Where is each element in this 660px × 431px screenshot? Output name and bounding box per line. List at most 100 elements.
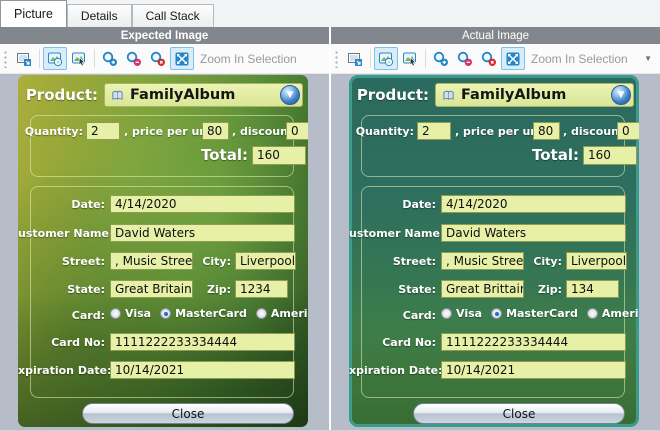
- tab-call-stack[interactable]: Call Stack: [131, 4, 214, 27]
- comparison-content: Expected Image Zoom In Selection Product…: [0, 27, 660, 430]
- radio-mastercard: MasterCard: [491, 307, 578, 320]
- toolbar-separator: [94, 49, 95, 68]
- expected-toolbar: Zoom In Selection: [0, 44, 329, 74]
- radio-visa: Visa: [110, 307, 151, 320]
- radio-selected-icon: [491, 308, 503, 319]
- expiration-date-label: xpiration Date:: [349, 364, 443, 377]
- card-no-label: Card No:: [51, 336, 105, 349]
- actual-form-screenshot: Product: FamilyAlbum ▼ Quantity: 2 , pri…: [349, 75, 639, 427]
- zoom-out-button[interactable]: [453, 47, 477, 70]
- pan-image-button[interactable]: [374, 47, 398, 70]
- zoom-reset-button[interactable]: [146, 47, 170, 70]
- radio-icon: [441, 308, 452, 319]
- actual-toolbar: Zoom In Selection ▼: [331, 44, 660, 74]
- zoom-in-selection-icon: [505, 51, 521, 67]
- zoom-reset-icon: [481, 51, 497, 67]
- card-radio-group: Visa MasterCard American Express: [110, 307, 308, 320]
- card-no-field: 1111222233334444: [441, 333, 626, 351]
- price-field: 80: [202, 122, 229, 140]
- date-label: Date:: [71, 198, 105, 211]
- product-combobox: FamilyAlbum ▼: [435, 83, 634, 107]
- popout-image-button[interactable]: [12, 47, 36, 70]
- radio-american-express: American Express: [586, 307, 639, 320]
- pan-image-icon: [378, 51, 394, 67]
- tab-details[interactable]: Details: [66, 4, 132, 27]
- zoom-reset-button[interactable]: [477, 47, 501, 70]
- total-label: Total:: [201, 146, 248, 164]
- zoom-in-selection-button[interactable]: [170, 47, 194, 70]
- pan-image-icon: [47, 51, 63, 67]
- customer-name-label: ustomer Name:: [349, 227, 445, 240]
- radio-icon: [110, 308, 121, 319]
- expected-image-area[interactable]: Product: FamilyAlbum ▼ Quantity: 2 , pri…: [0, 74, 329, 430]
- product-combobox: FamilyAlbum ▼: [104, 83, 303, 107]
- book-icon: [111, 89, 124, 102]
- street-label: Street:: [392, 255, 436, 268]
- close-button: Close: [413, 403, 625, 424]
- zip-field: 1234: [235, 280, 288, 298]
- street-label: Street:: [61, 255, 105, 268]
- zoom-out-button[interactable]: [122, 47, 146, 70]
- city-label: City:: [202, 255, 231, 268]
- expected-panel: Expected Image Zoom In Selection Product…: [0, 27, 329, 430]
- expected-panel-header: Expected Image: [0, 27, 329, 44]
- card-no-field: 1111222233334444: [110, 333, 295, 351]
- zip-field: 134: [566, 280, 619, 298]
- toolbar-separator: [425, 49, 426, 68]
- radio-icon: [255, 308, 267, 319]
- card-radio-group: Visa MasterCard American Express: [441, 307, 639, 320]
- customer-name-field: David Waters: [441, 224, 626, 242]
- card-label: Card:: [402, 309, 436, 322]
- quantity-label: Quantity:: [24, 125, 83, 138]
- zoom-in-selection-label: Zoom In Selection: [200, 51, 297, 66]
- total-field: 160: [252, 146, 306, 165]
- radio-mastercard-label: MasterCard: [175, 307, 247, 320]
- toolbar-separator: [39, 49, 40, 68]
- select-image-button[interactable]: [398, 47, 422, 70]
- radio-selected-icon: [160, 308, 172, 319]
- city-label: City:: [533, 255, 562, 268]
- zoom-in-button[interactable]: [98, 47, 122, 70]
- quantity-field: 2: [86, 122, 120, 140]
- product-dropdown-button: ▼: [280, 85, 300, 105]
- zip-label: Zip:: [537, 283, 562, 296]
- actual-image-area[interactable]: Product: FamilyAlbum ▼ Quantity: 2 , pri…: [331, 74, 660, 430]
- radio-visa-label: Visa: [125, 307, 152, 320]
- zoom-out-icon: [457, 51, 473, 67]
- picture-comparison-window: Picture Details Call Stack Expected Imag…: [0, 0, 660, 431]
- zoom-in-button[interactable]: [429, 47, 453, 70]
- toolbar-grip[interactable]: [3, 49, 8, 68]
- product-label: Product:: [356, 86, 429, 104]
- select-image-button[interactable]: [67, 47, 91, 70]
- quantity-label: Quantity:: [355, 125, 414, 138]
- toolbar-overflow-arrow[interactable]: ▼: [640, 54, 656, 63]
- toolbar-separator: [370, 49, 371, 68]
- zoom-in-selection-label: Zoom In Selection: [531, 51, 628, 66]
- pan-image-button[interactable]: [43, 47, 67, 70]
- actual-panel-header: Actual Image: [331, 27, 660, 44]
- product-value: FamilyAlbum: [461, 87, 567, 103]
- state-label: State:: [67, 283, 105, 296]
- customer-name-label: ustomer Name:: [18, 227, 114, 240]
- popout-image-button[interactable]: [343, 47, 367, 70]
- toolbar-grip[interactable]: [334, 49, 339, 68]
- expected-form-screenshot: Product: FamilyAlbum ▼ Quantity: 2 , pri…: [18, 75, 308, 427]
- expiration-date-field: 10/14/2021: [110, 361, 295, 379]
- zoom-reset-icon: [150, 51, 166, 67]
- zoom-out-icon: [126, 51, 142, 67]
- discount-field: 0: [617, 122, 639, 140]
- expiration-date-field: 10/14/2021: [441, 361, 626, 379]
- zoom-in-selection-button[interactable]: [501, 47, 525, 70]
- actual-panel: Actual Image Zoom In Selection ▼ Product…: [331, 27, 660, 430]
- radio-american-express-label: American Express: [270, 307, 308, 320]
- select-image-icon: [402, 51, 418, 67]
- tab-picture[interactable]: Picture: [0, 0, 67, 27]
- zip-label: Zip:: [206, 283, 231, 296]
- product-value: FamilyAlbum: [130, 87, 236, 103]
- total-field: 160: [583, 146, 637, 165]
- tab-bar: Picture Details Call Stack: [0, 0, 660, 27]
- zoom-in-icon: [102, 51, 118, 67]
- zoom-in-selection-icon: [174, 51, 190, 67]
- total-label: Total:: [532, 146, 579, 164]
- radio-icon: [586, 308, 598, 319]
